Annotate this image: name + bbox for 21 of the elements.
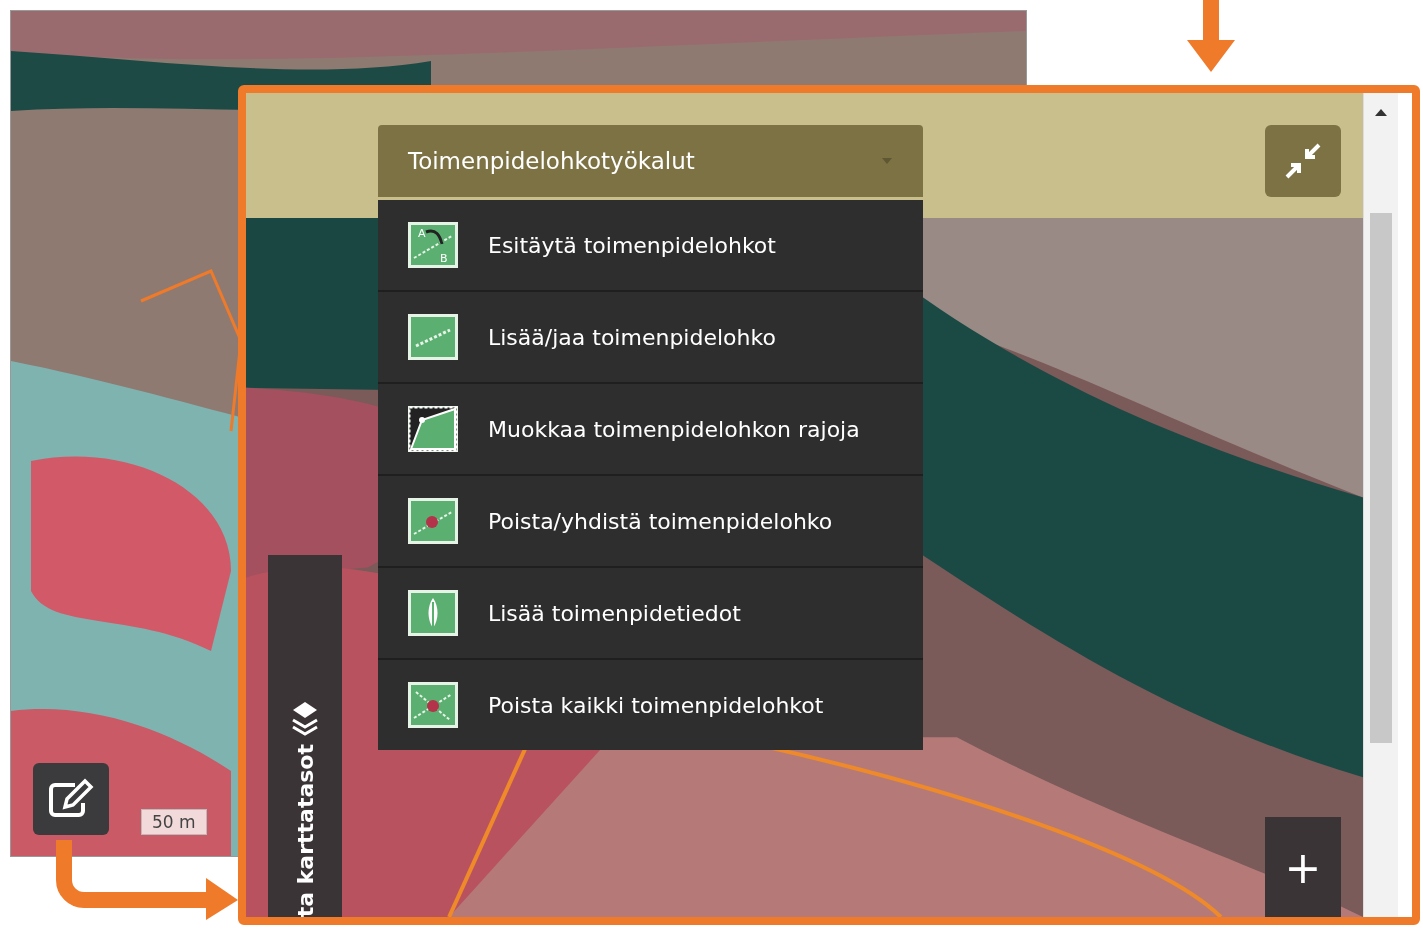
edit-boundary-icon	[408, 406, 458, 452]
delete-all-icon	[408, 682, 458, 728]
menu-item[interactable]: Lisää toimenpidetiedot	[378, 568, 923, 660]
scrollbar[interactable]	[1363, 93, 1398, 917]
side-tab[interactable]: ta karttatasot	[268, 555, 342, 917]
scroll-up-icon	[1374, 107, 1388, 117]
menu-item[interactable]: Muokkaa toimenpidelohkon rajoja	[378, 384, 923, 476]
menu-item[interactable]: Poista kaikki toimenpidelohkot	[378, 660, 923, 750]
edit-button[interactable]	[33, 763, 109, 835]
menu-item[interactable]: Lisää/jaa toimenpidelohko	[378, 292, 923, 384]
collapse-button[interactable]	[1265, 125, 1341, 197]
side-tab-label: ta karttatasot	[292, 743, 318, 917]
tools-dropdown[interactable]: Toimenpidelohkotyökalut	[378, 125, 923, 197]
scrollbar-thumb[interactable]	[1370, 213, 1392, 743]
menu-item[interactable]: Poista/yhdistä toimenpidelohko	[378, 476, 923, 568]
caret-icon	[881, 157, 893, 165]
scale-label: 50 m	[141, 809, 207, 835]
menu-item[interactable]: A B Esitäytä toimenpidelohkot	[378, 200, 923, 292]
wheat-icon	[408, 590, 458, 636]
zoom-in-button[interactable]: +	[1265, 817, 1341, 917]
delete-block-icon	[408, 498, 458, 544]
